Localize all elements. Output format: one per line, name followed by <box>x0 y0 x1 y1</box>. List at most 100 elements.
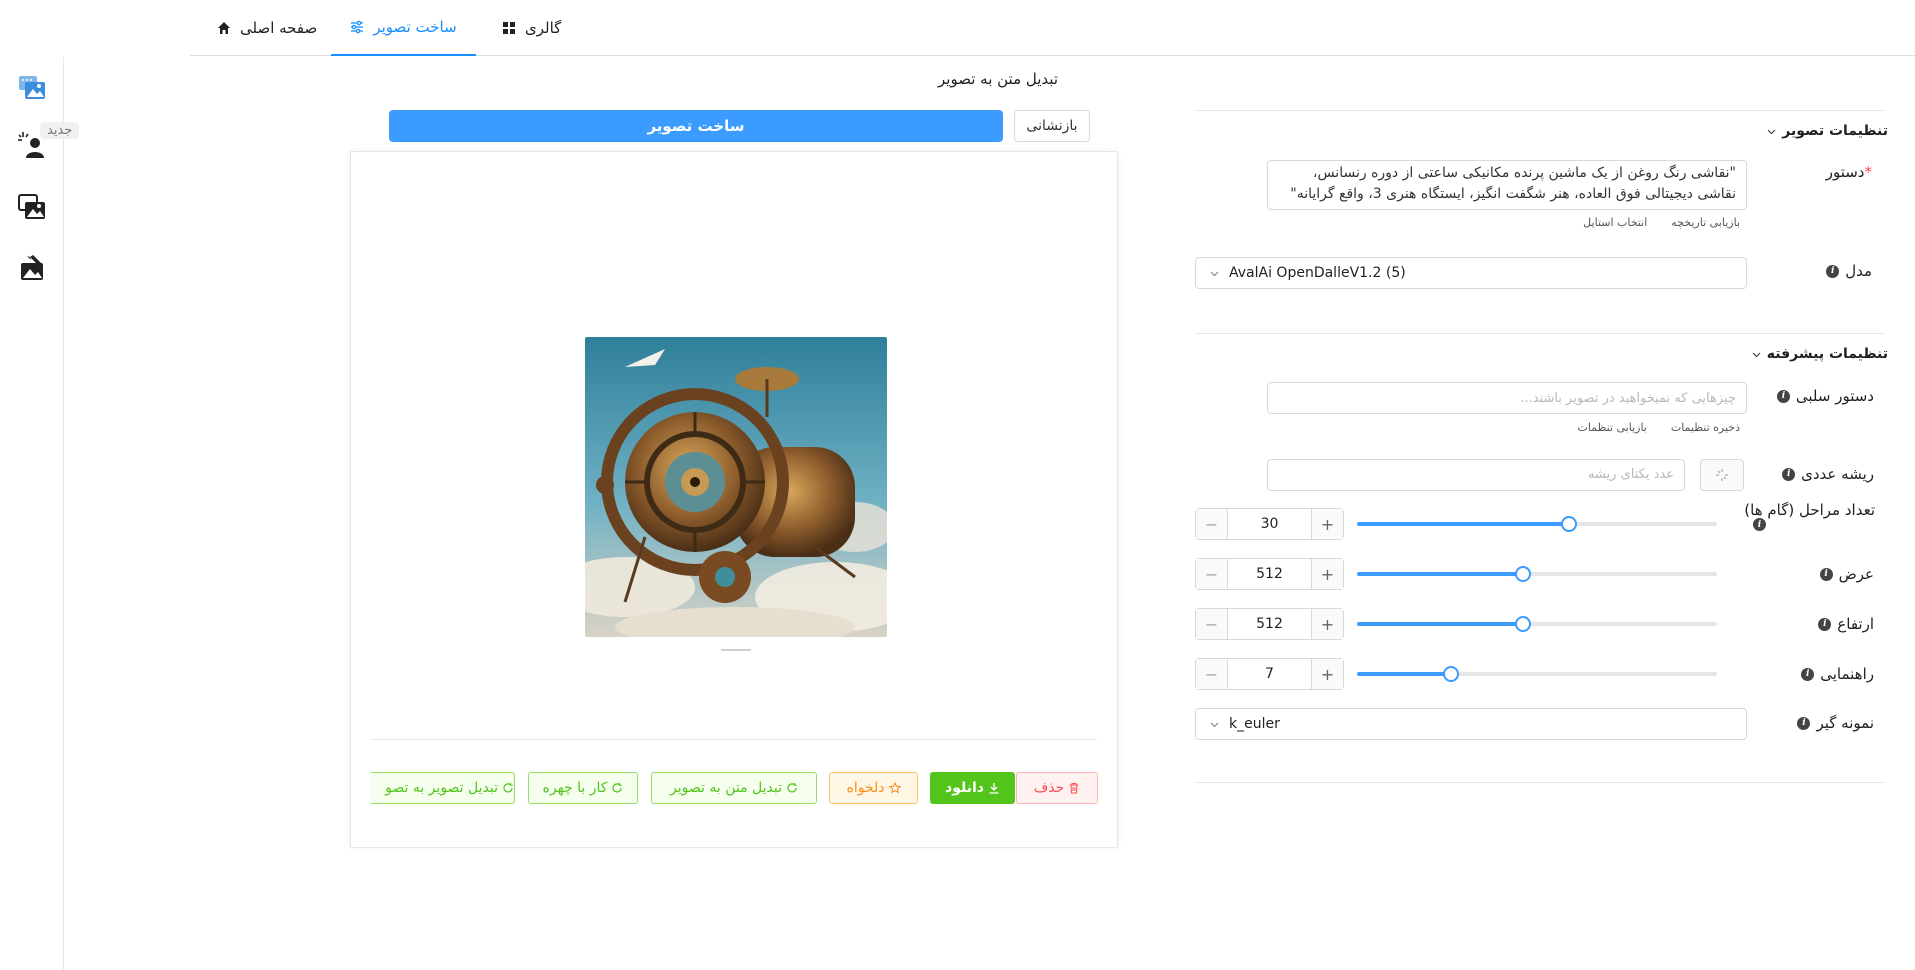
info-icon[interactable]: i <box>1753 518 1766 531</box>
width-decrement-button[interactable]: − <box>1196 559 1228 589</box>
seed-label: ریشه عددی <box>1801 465 1874 483</box>
slider-handle[interactable] <box>1442 666 1459 682</box>
guidance-increment-button[interactable]: + <box>1311 659 1343 689</box>
guidance-slider[interactable] <box>1357 666 1717 682</box>
restore-settings-link[interactable]: بازیابی تنظمات <box>1578 421 1647 434</box>
prompt-label-row: *دستور <box>1826 163 1872 181</box>
download-icon <box>989 783 999 794</box>
chevron-down-icon <box>1210 271 1219 276</box>
generate-image-button[interactable]: ساخت تصویر <box>389 110 1003 142</box>
width-increment-button[interactable]: + <box>1311 559 1343 589</box>
choose-style-link[interactable]: انتخاب استایل <box>1583 216 1647 229</box>
image-to-image-label: تبدیل تصویر به تصو <box>385 780 498 796</box>
chevron-down-icon <box>1210 722 1219 727</box>
steps-slider[interactable] <box>1357 516 1717 532</box>
steps-value[interactable]: 30 <box>1228 509 1311 539</box>
download-label: دانلود <box>945 780 984 796</box>
face-tools-label: کار با چهره <box>542 780 608 796</box>
generated-image[interactable] <box>585 337 887 637</box>
tab-home-label: صفحه اصلی <box>240 19 318 37</box>
negative-links: ذخیره تنظیمات بازیابی تنظمات <box>1578 421 1740 434</box>
chevron-down-icon <box>1752 352 1761 357</box>
refresh-icon <box>787 783 797 793</box>
width-value[interactable]: 512 <box>1228 559 1311 589</box>
tab-home[interactable]: صفحه اصلی <box>217 0 317 56</box>
prompt-links: بازیابی تاریخچه انتخاب استایل <box>1583 216 1740 229</box>
delete-label: حذف <box>1033 780 1065 796</box>
favorite-button[interactable]: دلخواه <box>829 772 918 804</box>
guidance-value[interactable]: 7 <box>1228 659 1311 689</box>
height-increment-button[interactable]: + <box>1311 609 1343 639</box>
negative-label-row: دستور سلبی i <box>1776 387 1874 405</box>
image-settings-title: تنظیمات تصویر <box>1782 123 1888 139</box>
slider-track <box>1357 572 1523 576</box>
divider <box>1195 782 1885 783</box>
width-slider[interactable] <box>1357 566 1717 582</box>
slider-handle[interactable] <box>1561 516 1578 532</box>
delete-button[interactable]: حذف <box>1016 772 1098 804</box>
text-to-image-button[interactable]: تبدیل متن به تصویر <box>651 772 817 804</box>
tab-gallery[interactable]: گالری <box>502 0 561 56</box>
seed-input[interactable]: عدد یکتای ریشه <box>1267 459 1685 491</box>
restore-history-link[interactable]: بازیابی تاریخچه <box>1671 216 1740 229</box>
save-settings-link[interactable]: ذخیره تنظیمات <box>1671 421 1740 434</box>
height-stepper[interactable]: − 512 + <box>1195 608 1344 640</box>
seed-label-row: ریشه عددی i <box>1782 465 1874 483</box>
random-seed-button[interactable] <box>1700 459 1744 491</box>
info-icon[interactable]: i <box>1782 467 1796 481</box>
trash-icon <box>1070 783 1079 794</box>
slider-track <box>1357 622 1523 626</box>
home-icon <box>218 22 230 34</box>
width-label: عرض <box>1838 565 1874 583</box>
reset-button[interactable]: بازنشانی <box>1014 110 1090 142</box>
image-gallery-icon[interactable] <box>17 72 47 102</box>
sampler-select[interactable]: k_euler <box>1195 708 1747 740</box>
width-label-row: عرض i <box>1819 565 1874 583</box>
image-settings-header[interactable]: تنظیمات تصویر <box>1767 123 1888 139</box>
steps-decrement-button[interactable]: − <box>1196 509 1228 539</box>
sampler-label-row: نمونه گیر i <box>1797 714 1874 732</box>
slider-handle[interactable] <box>1514 566 1531 582</box>
steps-increment-button[interactable]: + <box>1311 509 1343 539</box>
star-icon <box>888 782 901 794</box>
tab-gallery-label: گالری <box>525 19 562 37</box>
grid-icon <box>503 22 515 34</box>
slider-track <box>1357 672 1451 676</box>
height-label: ارتفاع <box>1837 615 1874 633</box>
info-icon[interactable]: i <box>1819 567 1833 581</box>
sliders-icon <box>351 20 364 34</box>
info-icon[interactable]: i <box>1826 264 1840 278</box>
info-icon[interactable]: i <box>1776 389 1790 403</box>
tab-create-image[interactable]: ساخت تصویر <box>331 0 476 56</box>
sampler-value: k_euler <box>1229 716 1280 732</box>
image-edit-icon[interactable] <box>17 253 47 283</box>
height-decrement-button[interactable]: − <box>1196 609 1228 639</box>
guidance-decrement-button[interactable]: − <box>1196 659 1228 689</box>
info-icon[interactable]: i <box>1797 716 1811 730</box>
width-stepper[interactable]: − 512 + <box>1195 558 1344 590</box>
info-icon[interactable]: i <box>1801 667 1815 681</box>
steps-stepper[interactable]: − 30 + <box>1195 508 1344 540</box>
advanced-settings-header[interactable]: تنظیمات پیشرفته <box>1752 346 1888 362</box>
images-stack-icon[interactable] <box>17 192 47 222</box>
height-slider[interactable] <box>1357 616 1717 632</box>
top-tab-bar: گالری ساخت تصویر صفحه اصلی <box>190 0 1915 56</box>
model-select[interactable]: AvalAi OpenDalleV1.2 (5) <box>1195 257 1747 289</box>
info-icon[interactable]: i <box>1818 617 1832 631</box>
negative-prompt-textarea[interactable]: چیزهایی که نمیخواهید در تصویر باشند... <box>1267 382 1747 414</box>
refresh-icon <box>612 783 623 793</box>
download-button[interactable]: دانلود <box>930 772 1015 804</box>
height-value[interactable]: 512 <box>1228 609 1311 639</box>
divider <box>1195 110 1885 111</box>
model-value: AvalAi OpenDalleV1.2 (5) <box>1229 265 1406 281</box>
guidance-label-row: راهنمایی i <box>1801 665 1874 683</box>
guidance-stepper[interactable]: − 7 + <box>1195 658 1344 690</box>
slider-track <box>1357 522 1570 526</box>
slider-handle[interactable] <box>1514 616 1531 632</box>
model-label-row: مدل i <box>1826 262 1872 280</box>
image-to-image-button[interactable]: تبدیل تصویر به تصو <box>371 772 515 804</box>
divider <box>371 739 1097 740</box>
face-tools-button[interactable]: کار با چهره <box>528 772 638 804</box>
prompt-textarea[interactable]: "نقاشی رنگ روغن از یک ماشین پرنده مکانیک… <box>1267 160 1747 210</box>
resize-handle[interactable] <box>721 649 751 651</box>
